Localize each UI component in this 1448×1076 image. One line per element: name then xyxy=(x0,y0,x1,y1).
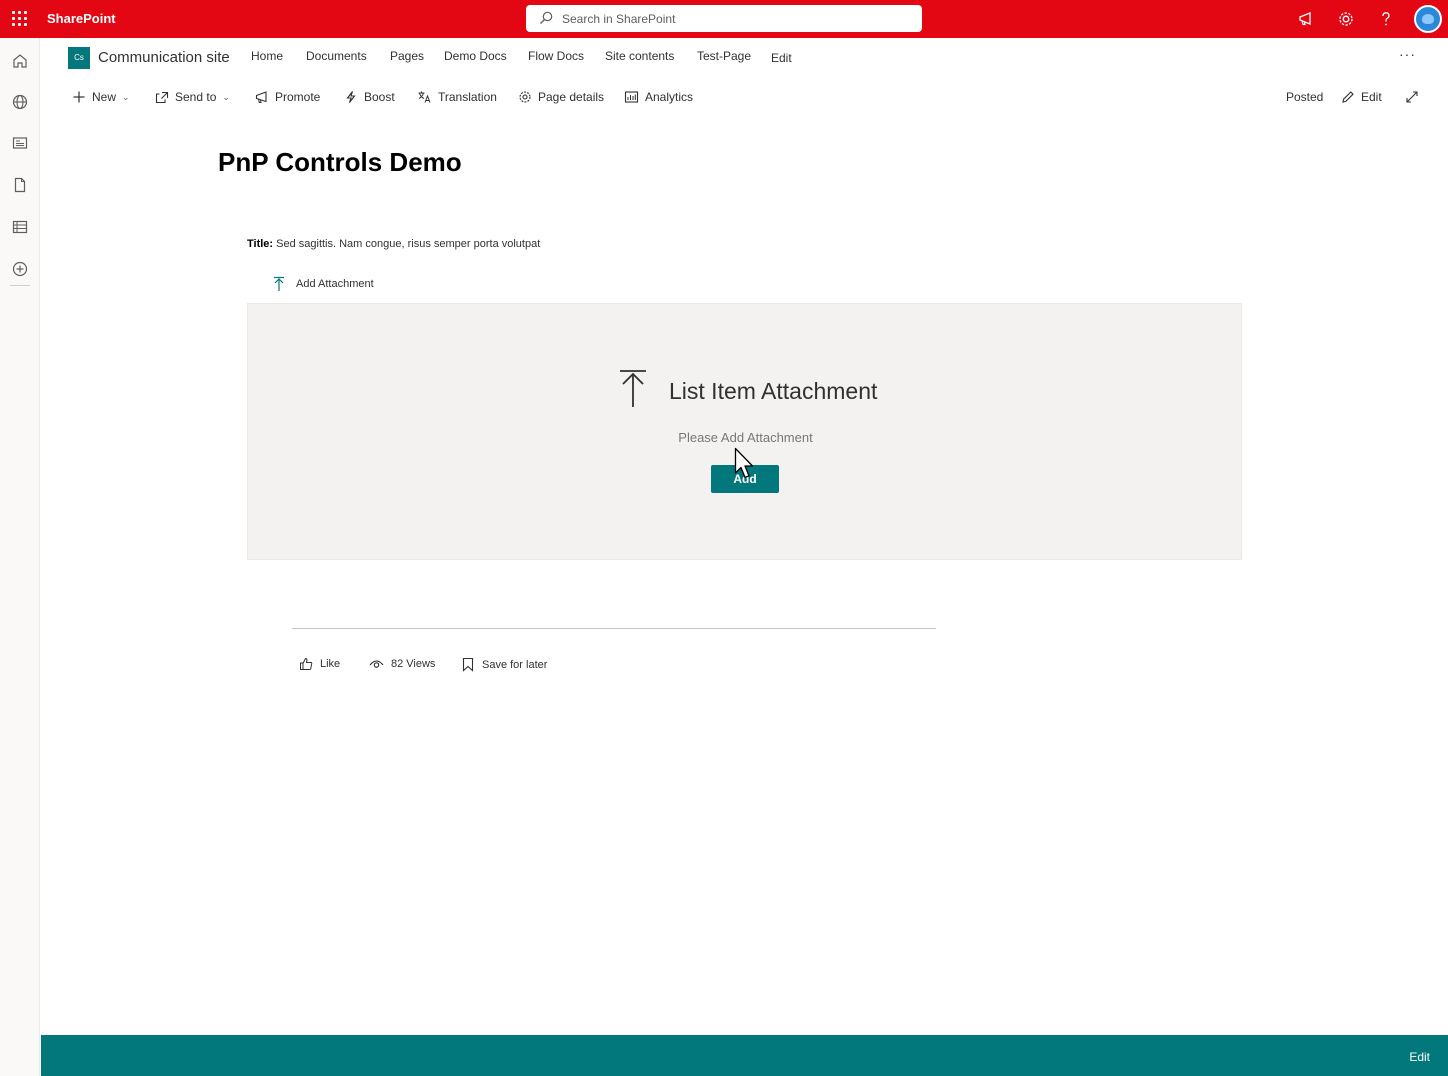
page-details-label: Page details xyxy=(538,90,605,104)
attachment-heading: List Item Attachment xyxy=(669,378,878,404)
upload-icon xyxy=(274,276,284,291)
waffle-icon[interactable] xyxy=(12,11,28,27)
nav-edit-link[interactable]: Edit xyxy=(771,51,792,65)
item-title-value: Sed sagittis. Nam congue, risus semper p… xyxy=(276,238,541,250)
upload-icon xyxy=(620,370,646,407)
analytics-label: Analytics xyxy=(645,90,694,104)
attachment-subtext: Please Add Attachment xyxy=(678,430,813,445)
new-button[interactable]: New ⌄ xyxy=(72,88,130,106)
item-title-label: Title: xyxy=(247,238,274,250)
help-icon[interactable] xyxy=(1376,9,1396,29)
nav-flow-docs[interactable]: Flow Docs xyxy=(528,49,584,63)
page-title: PnP Controls Demo xyxy=(218,147,462,177)
save-for-later-button[interactable]: Save for later xyxy=(461,657,547,672)
promote-button[interactable]: Promote xyxy=(255,88,320,106)
site-title[interactable]: Communication site xyxy=(98,49,230,66)
gear-icon xyxy=(519,91,531,103)
footer-edit-link[interactable]: Edit xyxy=(1409,1050,1430,1064)
left-rail xyxy=(0,38,40,1076)
like-icon xyxy=(300,657,313,670)
expand-button[interactable] xyxy=(1405,88,1425,106)
page-details-button[interactable]: Page details xyxy=(518,88,604,106)
boost-button[interactable]: Boost xyxy=(344,88,395,106)
lightning-icon xyxy=(346,91,356,103)
nav-pages[interactable]: Pages xyxy=(390,49,424,63)
add-attachment-command[interactable]: Add Attachment xyxy=(272,276,374,292)
command-bar: New ⌄ Send to ⌄ Promote Boost Translatio… xyxy=(41,80,1448,112)
like-button[interactable]: Like xyxy=(299,657,340,671)
nav-demo-docs[interactable]: Demo Docs xyxy=(444,49,507,63)
app-name[interactable]: SharePoint xyxy=(47,11,116,26)
analytics-button[interactable]: Analytics xyxy=(624,88,693,106)
save-for-later-label: Save for later xyxy=(482,658,548,671)
analytics-icon xyxy=(624,91,639,103)
news-icon[interactable] xyxy=(11,134,29,152)
megaphone-icon[interactable] xyxy=(1296,9,1316,29)
more-options-icon[interactable]: ··· xyxy=(1399,46,1416,62)
pencil-icon xyxy=(1342,91,1354,103)
edit-label: Edit xyxy=(1361,90,1382,104)
translation-button[interactable]: Translation xyxy=(417,88,497,106)
bookmark-icon xyxy=(462,657,474,672)
edit-button[interactable]: Edit xyxy=(1341,88,1382,106)
megaphone-icon xyxy=(255,91,267,103)
file-icon[interactable] xyxy=(11,176,29,194)
nav-test-page[interactable]: Test-Page xyxy=(697,49,751,63)
boost-label: Boost xyxy=(364,90,395,104)
site-header: Cs Communication site Home Documents Pag… xyxy=(41,38,1448,76)
footer-bar: Edit xyxy=(41,1035,1448,1076)
mouse-pointer-icon xyxy=(734,447,754,479)
list-icon[interactable] xyxy=(11,218,29,236)
chevron-down-icon: ⌄ xyxy=(122,91,130,102)
send-to-button[interactable]: Send to ⌄ xyxy=(155,88,230,106)
posted-status: Posted xyxy=(1286,88,1323,106)
home-icon[interactable] xyxy=(11,52,29,70)
add-circle-icon[interactable] xyxy=(11,260,29,278)
content-divider xyxy=(292,628,936,629)
nav-documents[interactable]: Documents xyxy=(306,49,367,63)
promote-label: Promote xyxy=(275,90,321,104)
nav-home[interactable]: Home xyxy=(251,49,283,63)
new-label: New xyxy=(92,90,117,104)
attachment-placeholder-panel: List Item Attachment Please Add Attachme… xyxy=(247,303,1242,560)
expand-icon xyxy=(1406,91,1418,103)
rail-divider xyxy=(10,285,30,286)
suite-bar: SharePoint xyxy=(0,0,1448,38)
plus-icon xyxy=(73,91,85,103)
gear-icon[interactable] xyxy=(1336,9,1356,29)
add-attachment-label: Add Attachment xyxy=(296,278,374,290)
posted-label: Posted xyxy=(1286,90,1324,104)
search-box[interactable] xyxy=(526,5,922,32)
share-icon xyxy=(155,91,169,104)
views-label: 82 Views xyxy=(391,658,436,670)
item-title-line: Title: Sed sagittis. Nam congue, risus s… xyxy=(247,238,540,250)
site-logo[interactable]: Cs xyxy=(68,47,90,69)
chevron-down-icon: ⌄ xyxy=(222,91,230,102)
like-label: Like xyxy=(320,658,341,670)
views-count: 82 Views xyxy=(369,657,435,671)
send-to-label: Send to xyxy=(175,90,217,104)
search-input[interactable] xyxy=(562,9,902,28)
avatar[interactable] xyxy=(1414,5,1442,33)
nav-site-contents[interactable]: Site contents xyxy=(605,49,674,63)
translation-label: Translation xyxy=(438,90,497,104)
search-icon xyxy=(540,11,553,24)
translate-icon xyxy=(418,91,431,103)
eye-icon xyxy=(369,660,384,668)
globe-icon[interactable] xyxy=(11,93,29,111)
